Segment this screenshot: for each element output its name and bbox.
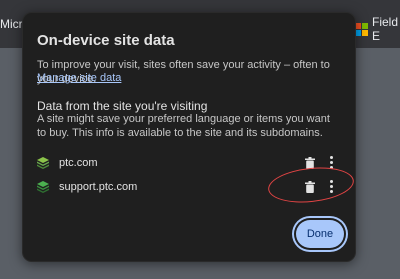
section-description: A site might save your preferred languag… xyxy=(37,113,330,139)
delete-icon[interactable] xyxy=(305,181,315,193)
dialog-title: On-device site data xyxy=(37,32,175,49)
ptc-support-favicon-icon xyxy=(37,181,49,193)
site-row-ptc: ptc.com xyxy=(37,153,347,173)
bookmark-item-field[interactable]: Field E xyxy=(355,15,400,43)
more-options-icon[interactable] xyxy=(329,156,333,170)
bookmark-label: Field E xyxy=(372,15,399,43)
microsoft-logo-icon xyxy=(355,22,368,36)
done-button[interactable]: Done xyxy=(296,220,344,248)
delete-icon[interactable] xyxy=(305,157,315,169)
site-name: support.ptc.com xyxy=(59,181,138,193)
ptc-favicon-icon xyxy=(37,157,49,169)
site-name: ptc.com xyxy=(59,157,98,169)
manage-site-data-link[interactable]: Manage site data xyxy=(37,72,121,84)
more-options-icon[interactable] xyxy=(329,180,333,194)
section-heading: Data from the site you're visiting xyxy=(37,99,208,113)
site-data-dialog: On-device site data To improve your visi… xyxy=(22,12,356,262)
site-row-support-ptc: support.ptc.com xyxy=(37,177,347,197)
